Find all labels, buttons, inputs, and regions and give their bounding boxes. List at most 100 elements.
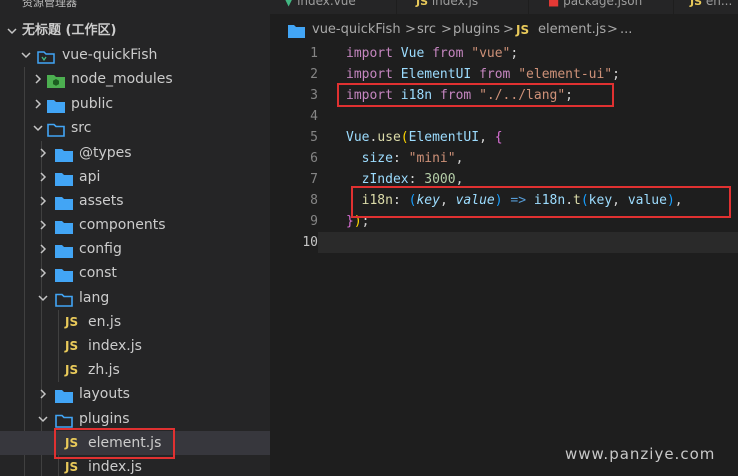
line-number: 1 [310,46,318,61]
tab-separator [528,0,529,14]
tab-bar: ▼ index.vue JS index.js ■ package.json J… [270,0,738,14]
tab-en-js[interactable]: JS en... [690,0,732,14]
line-number: 3 [310,88,318,103]
tree-item-src[interactable]: src [0,116,270,140]
tree-item-const[interactable]: const [0,261,270,285]
project-folder-icon [37,48,55,64]
tree-item-node-modules[interactable]: node_modules [0,67,270,91]
breadcrumb-file[interactable]: element.js [538,22,606,37]
tree-item-assets[interactable]: assets [0,189,270,213]
folder-icon [55,387,73,403]
tree-item-zh-js[interactable]: JS zh.js [0,358,270,382]
js-file-icon: JS [65,460,79,474]
tab-separator [396,0,397,14]
tree-item-en-js[interactable]: JS en.js [0,310,270,334]
tab-label: package.json [563,0,643,8]
line-number: 10 [302,235,318,250]
tree-item-label: components [79,217,166,233]
workspace-section[interactable]: 无标题 (工作区) [0,19,270,43]
code-line-7: zIndex: 3000, [361,172,464,187]
explorer-sidebar: 资源管理器 ··· 无标题 (工作区) vue-quickFish node_m… [0,0,270,476]
line-number: 8 [310,193,318,208]
breadcrumb-separator: > [607,22,618,37]
tree-item-label: en.js [88,314,122,330]
more-actions-icon[interactable]: ··· [236,0,251,7]
watermark: www.panziye.com [565,445,716,463]
chevron-right-icon [37,165,51,189]
tree-item-label: api [79,169,101,185]
folder-open-icon [55,412,73,428]
breadcrumb-plugins[interactable]: plugins [453,22,500,37]
folder-icon [55,242,73,258]
chevron-right-icon [37,213,51,237]
tab-index-vue[interactable]: ▼ index.vue [284,0,356,14]
npm-file-icon: ■ [548,0,560,8]
js-file-icon: JS [690,0,703,8]
tree-item-label: node_modules [71,71,173,87]
chevron-down-icon [37,407,51,431]
js-file-icon: JS [65,315,79,329]
code-line-1: import Vue from "vue"; [346,46,519,61]
chevron-right-icon [32,92,46,116]
tab-package-json[interactable]: ■ package.json [548,0,642,14]
folder-icon [55,218,73,234]
folder-icon [55,170,73,186]
line-number: 9 [310,214,318,229]
breadcrumb-src[interactable]: src [417,22,436,37]
tree-item-label: public [71,96,114,112]
highlight-box [351,186,731,218]
js-file-icon: JS [65,339,79,353]
tree-item-api[interactable]: api [0,165,270,189]
tab-label: index.vue [297,0,356,8]
chevron-right-icon [37,382,51,406]
chevron-down-icon [20,43,34,67]
vue-file-icon: ▼ [284,0,294,8]
tree-item-label: zh.js [88,362,120,378]
tree-item-label: const [79,265,117,281]
breadcrumb: vue-quickFish > src > plugins > JS eleme… [270,20,738,42]
tree-item-plugins-index-js[interactable]: JS index.js [0,455,270,476]
folder-icon [47,97,65,113]
chevron-right-icon [37,261,51,285]
tree-item-label: config [79,241,122,257]
tree-item-label: index.js [88,459,142,475]
tree-item-lang-index-js[interactable]: JS index.js [0,334,270,358]
explorer-title: 资源管理器 [22,0,77,9]
tree-item-lang[interactable]: lang [0,286,270,310]
highlight-box [337,83,614,107]
tree-item-public[interactable]: public [0,92,270,116]
folder-icon [288,25,305,38]
tab-index-js[interactable]: JS index.js [416,0,478,14]
folder-icon [55,194,73,210]
breadcrumb-separator: > [405,22,416,37]
code-line-6: size: "mini", [361,151,464,166]
tree-item-vue-quickfish[interactable]: vue-quickFish [0,43,270,67]
tree-item-label: src [71,120,92,136]
chevron-down-icon [37,286,51,310]
chevron-right-icon [37,189,51,213]
current-line-highlight [318,232,738,253]
js-file-icon: JS [516,23,530,37]
tree-item-layouts[interactable]: layouts [0,382,270,406]
code-line-5: Vue.use(ElementUI, { [346,130,503,145]
folder-icon [55,146,73,162]
tab-label: index.js [431,0,479,8]
code-line-2: import ElementUI from "element-ui"; [346,67,620,82]
tab-label: en... [705,0,733,8]
chevron-right-icon [37,237,51,261]
tree-item-config[interactable]: config [0,237,270,261]
tree-item-components[interactable]: components [0,213,270,237]
line-number: 2 [310,67,318,82]
chevron-down-icon [6,19,20,43]
explorer-header: 资源管理器 ··· [0,0,270,9]
line-number: 5 [310,130,318,145]
folder-open-icon [55,291,73,307]
tree-item-label: vue-quickFish [62,47,158,63]
tree-item-label: assets [79,193,124,209]
code-editor[interactable]: 1 2 3 4 5 6 7 8 9 10 import Vue from "vu… [270,42,738,476]
breadcrumb-project[interactable]: vue-quickFish [312,22,401,37]
tab-separator [673,0,674,14]
breadcrumb-symbol[interactable]: ... [620,22,632,37]
tree-item-types[interactable]: @types [0,141,270,165]
node-folder-icon [47,72,65,88]
